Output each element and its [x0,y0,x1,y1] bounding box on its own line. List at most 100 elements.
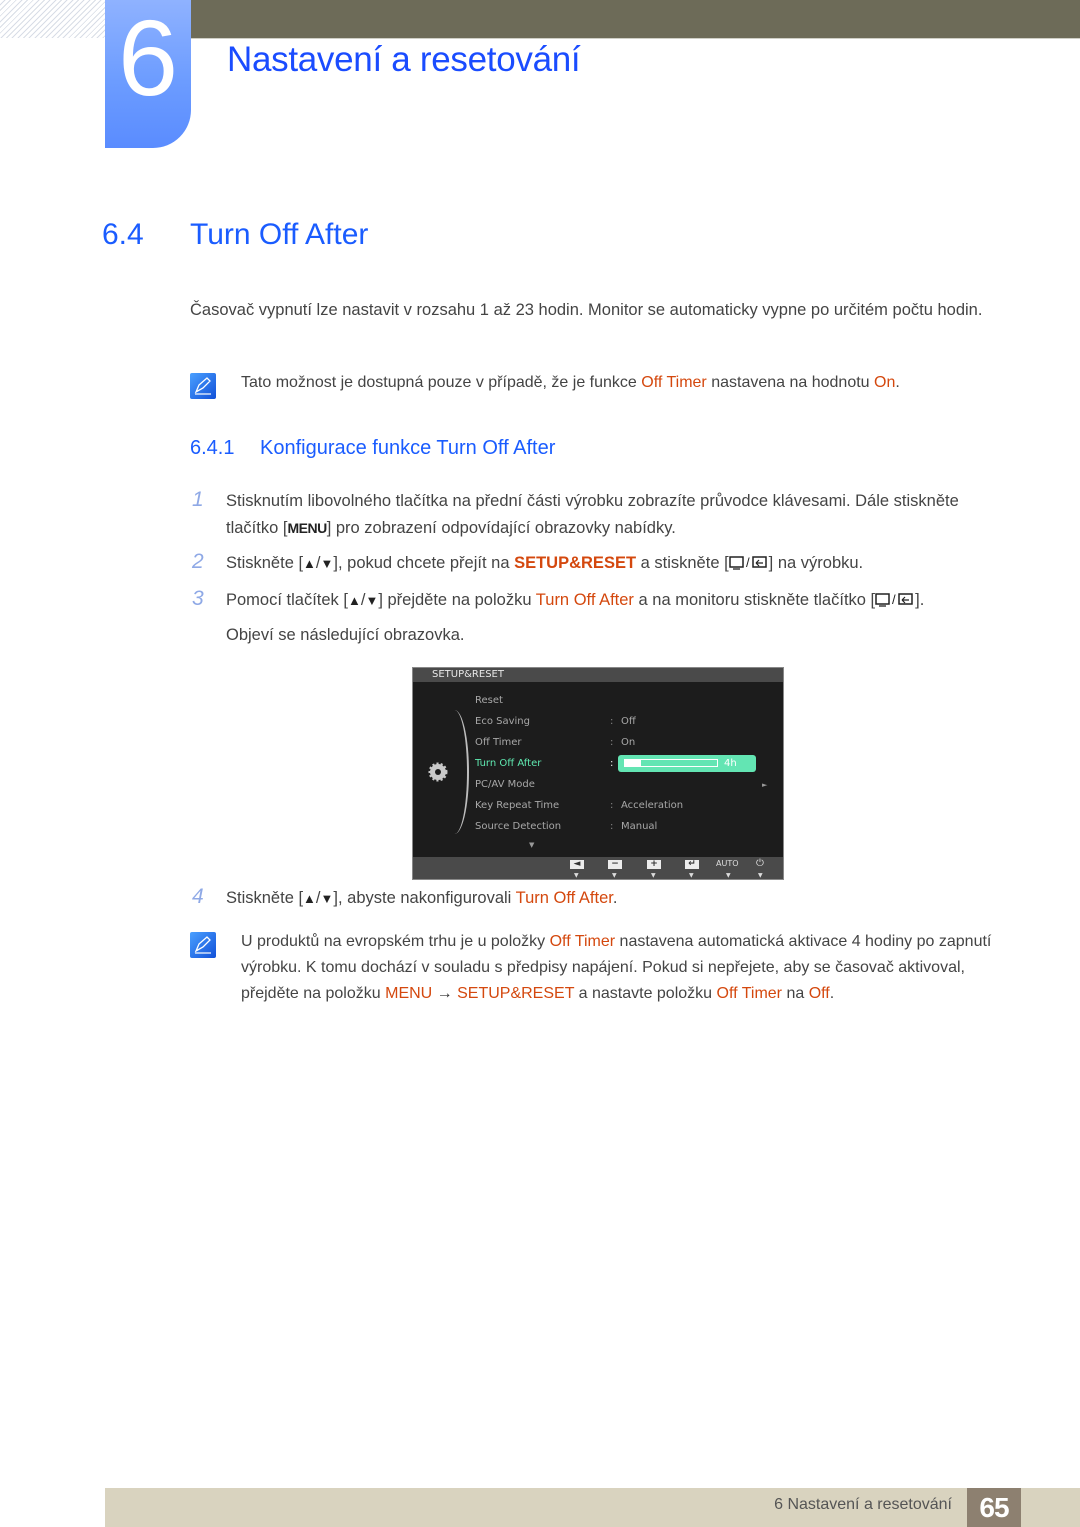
osd-item-pc-av-mode[interactable]: PC/AV Mode ► [475,775,775,795]
page-number: 65 [967,1488,1021,1527]
intro-paragraph: Časovač vypnutí lze nastavit v rozsahu 1… [190,301,983,319]
down-arrow-icon: ▼ [320,556,334,571]
osd-item-separator: : [610,800,614,811]
step-text: a stiskněte [ [636,554,729,572]
step-text: Objeví se následující obrazovka. [226,626,465,644]
source-enter-icon: / [728,552,769,579]
osd-item-separator: : [610,758,614,769]
tick-icon: ▼ [651,872,656,879]
subsection-title: Konfigurace funkce Turn Off After [260,437,556,459]
note-text: Tato možnost je dostupná pouze v případě… [241,374,642,391]
scroll-down-indicator-icon: ▼ [529,841,535,849]
step-text: . [612,889,618,907]
tick-icon: ▼ [612,872,617,879]
section-number: 6.4 [102,218,144,251]
osd-item-label: Eco Saving [475,716,530,727]
step-text: Pomocí tlačítek [ [226,591,348,609]
osd-item-label: Reset [475,695,503,706]
enter-button-icon[interactable]: ↵ [685,860,699,869]
slider-fill [625,760,641,766]
step-number: 2 [192,550,204,573]
osd-item-separator: : [610,716,614,727]
header-hatch-decoration [0,0,105,38]
section-title: Turn Off After [190,218,369,251]
osd-header: SETUP&RESET [413,668,783,682]
note-pencil-icon [190,932,216,958]
note-text: U produktů na evropském trhu je u položk… [241,933,550,950]
osd-item-turn-off-after[interactable]: Turn Off After : 4h [475,754,775,774]
highlight-menu: MENU [385,985,433,1002]
highlight-turn-off-after: Turn Off After [515,889,613,907]
osd-button-guide: ◄ ▼ − ▼ + ▼ ↵ ▼ AUTO ▼ ⏻ ▼ [413,857,783,879]
chapter-number: 6 [117,0,179,118]
step-number: 1 [192,488,204,511]
osd-item-separator: : [610,737,614,748]
osd-item-key-repeat-time[interactable]: Key Repeat Time : Acceleration [475,796,775,816]
up-arrow-icon: ▲ [303,891,316,906]
step-4: 4 Stiskněte [▲/▼], abyste nakonfiguroval… [190,885,1010,912]
svg-text:/: / [746,555,750,570]
up-arrow-icon: ▲ [347,593,361,608]
slider-value: 4h [724,758,737,769]
tick-icon: ▼ [726,872,731,879]
osd-item-label: Turn Off After [475,758,542,769]
highlight-off: Off [808,985,830,1002]
note-pencil-icon [190,373,216,399]
highlight-off-timer: Off Timer [641,374,707,391]
osd-item-value: On [621,737,636,748]
chapter-tab: 6 [105,0,191,148]
down-arrow-icon: ▼ [365,593,379,608]
osd-item-source-detection[interactable]: Source Detection : Manual [475,817,775,837]
section-heading: 6.4 Turn Off After [102,218,368,252]
osd-item-separator: : [610,821,614,832]
osd-item-value: Manual [621,821,658,832]
subsection-heading: 6.4.1 Konfigurace funkce Turn Off After [190,437,555,460]
osd-item-value: Acceleration [621,800,684,811]
step-2: 2 Stiskněte [▲ / ▼], pokud chcete přejít n… [190,550,1010,579]
highlight-setup-reset: SETUP&RESET [457,985,575,1002]
step-text: ]. [915,591,925,609]
footer-chapter-label: 6 Nastavení a resetování [774,1496,952,1513]
note-1: Tato možnost je dostupná pouze v případě… [190,370,1010,399]
source-enter-icon: / [875,586,915,619]
osd-item-label: Off Timer [475,737,522,748]
step-text: ] pro zobrazení odpovídající obrazovky n… [326,519,676,537]
note-2: U produktů na evropském trhu je u položk… [190,929,1010,1007]
step-text: Stiskněte [ [226,889,304,907]
osd-item-eco-saving[interactable]: Eco Saving : Off [475,712,775,732]
tick-icon: ▼ [758,872,763,879]
highlight-on: On [874,374,896,391]
chapter-title: Nastavení a resetování [227,40,581,79]
note-text: . [829,985,835,1002]
osd-item-value: Off [621,716,636,727]
left-button-icon[interactable]: ◄ [570,860,584,869]
note-text: na [782,985,809,1002]
gear-icon [427,761,449,787]
step-text: ] na výrobku. [768,554,864,572]
step-text: ], pokud chcete přejít na [333,554,515,572]
osd-menu-screenshot: SETUP&RESET Reset Eco Saving : Off Off T… [412,667,784,880]
osd-item-label: Key Repeat Time [475,800,560,811]
step-number: 3 [192,587,204,610]
step-3: 3 Pomocí tlačítek [▲ / ▼] přejděte na polo… [190,584,1010,652]
plus-button-icon[interactable]: + [647,860,661,869]
highlight-off-timer: Off Timer [716,985,783,1002]
osd-item-label: PC/AV Mode [475,779,535,790]
highlight-setup-reset: SETUP&RESET [514,554,637,572]
minus-button-icon[interactable]: − [608,860,622,869]
step-text: ], abyste nakonfigurovali [333,889,516,907]
osd-item-off-timer[interactable]: Off Timer : On [475,733,775,753]
power-button-icon[interactable]: ⏻ [756,858,764,869]
turn-off-after-slider[interactable]: 4h [618,755,756,772]
page-footer: 6 Nastavení a resetování 65 [105,1488,1080,1527]
step-text: a na monitoru stiskněte tlačítko [ [633,591,876,609]
highlight-turn-off-after: Turn Off After [535,591,634,609]
arrow-icon: → [432,985,458,1002]
osd-item-reset[interactable]: Reset [475,691,775,711]
osd-item-label: Source Detection [475,821,562,832]
step-text: ] přejděte na položku [378,591,536,609]
auto-button[interactable]: AUTO [716,859,739,868]
note-text: nastavena na hodnotu [706,374,874,391]
slider-track [624,759,718,767]
submenu-arrow-icon: ► [762,781,768,789]
